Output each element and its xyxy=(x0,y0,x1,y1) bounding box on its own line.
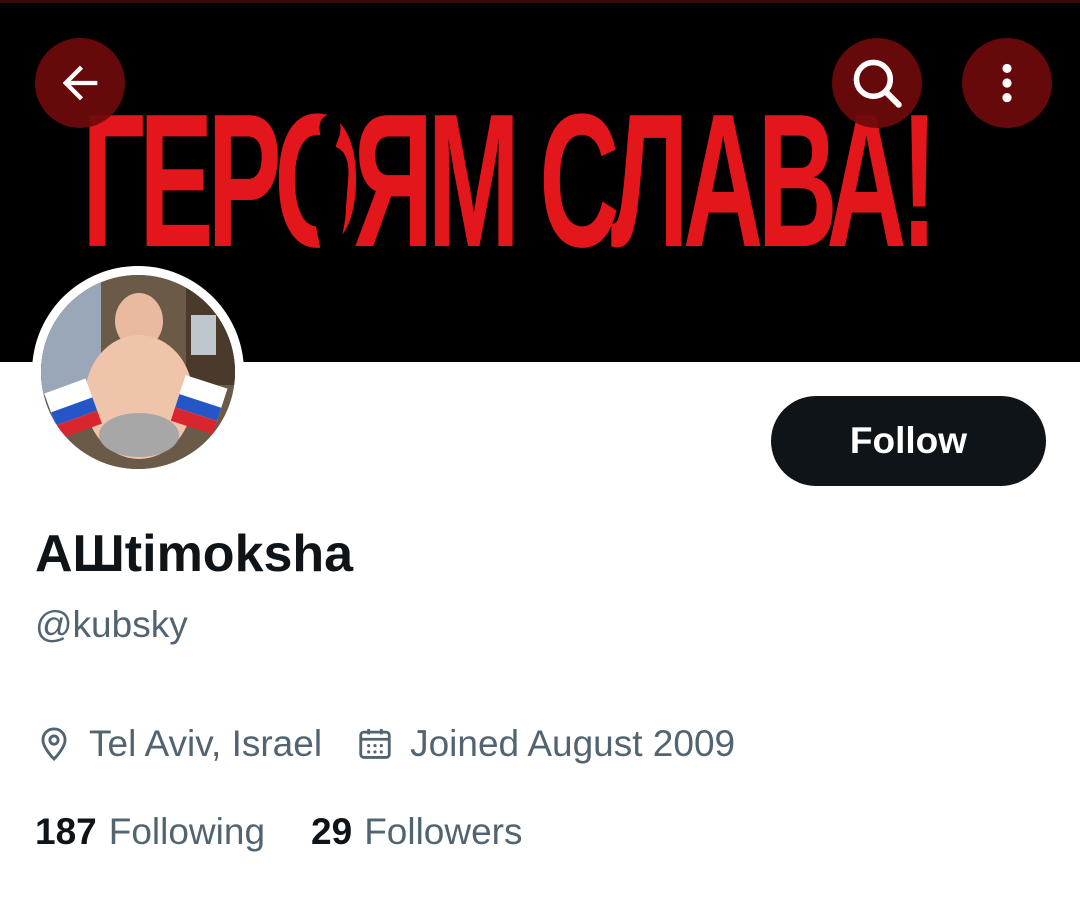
avatar[interactable] xyxy=(32,266,244,478)
profile-page: ГЕРОЯМ СЛАВА! Follow AШtimoksha @kubsky … xyxy=(0,0,1080,912)
back-button[interactable] xyxy=(35,38,125,128)
more-vertical-icon xyxy=(1002,63,1012,103)
profile-stats: 187 Following 29 Followers xyxy=(35,808,523,856)
arrow-left-icon xyxy=(62,65,98,101)
following-label: Following xyxy=(108,811,266,852)
location-text: Tel Aviv, Israel xyxy=(89,723,323,764)
joined-item: Joined August 2009 xyxy=(356,723,735,765)
location-pin-icon xyxy=(41,727,67,762)
followers-count: 29 xyxy=(311,811,353,852)
display-name: AШtimoksha xyxy=(35,525,354,583)
followers-link[interactable]: 29 Followers xyxy=(311,811,522,853)
avatar-image xyxy=(41,275,235,469)
joined-text: Joined August 2009 xyxy=(410,723,736,764)
soldier-silhouette-icon xyxy=(311,115,349,257)
user-handle: @kubsky xyxy=(35,604,188,645)
location-item: Tel Aviv, Israel xyxy=(35,723,322,765)
search-icon xyxy=(853,59,902,108)
profile-meta: Tel Aviv, Israel Joined August 2009 xyxy=(35,720,735,768)
follow-button[interactable]: Follow xyxy=(771,396,1046,486)
following-link[interactable]: 187 Following xyxy=(35,811,265,853)
following-count: 187 xyxy=(35,811,97,852)
more-options-button[interactable] xyxy=(962,38,1052,128)
calendar-icon xyxy=(359,728,391,759)
followers-label: Followers xyxy=(364,811,523,852)
avatar-photo xyxy=(41,275,235,469)
search-button[interactable] xyxy=(832,38,922,128)
